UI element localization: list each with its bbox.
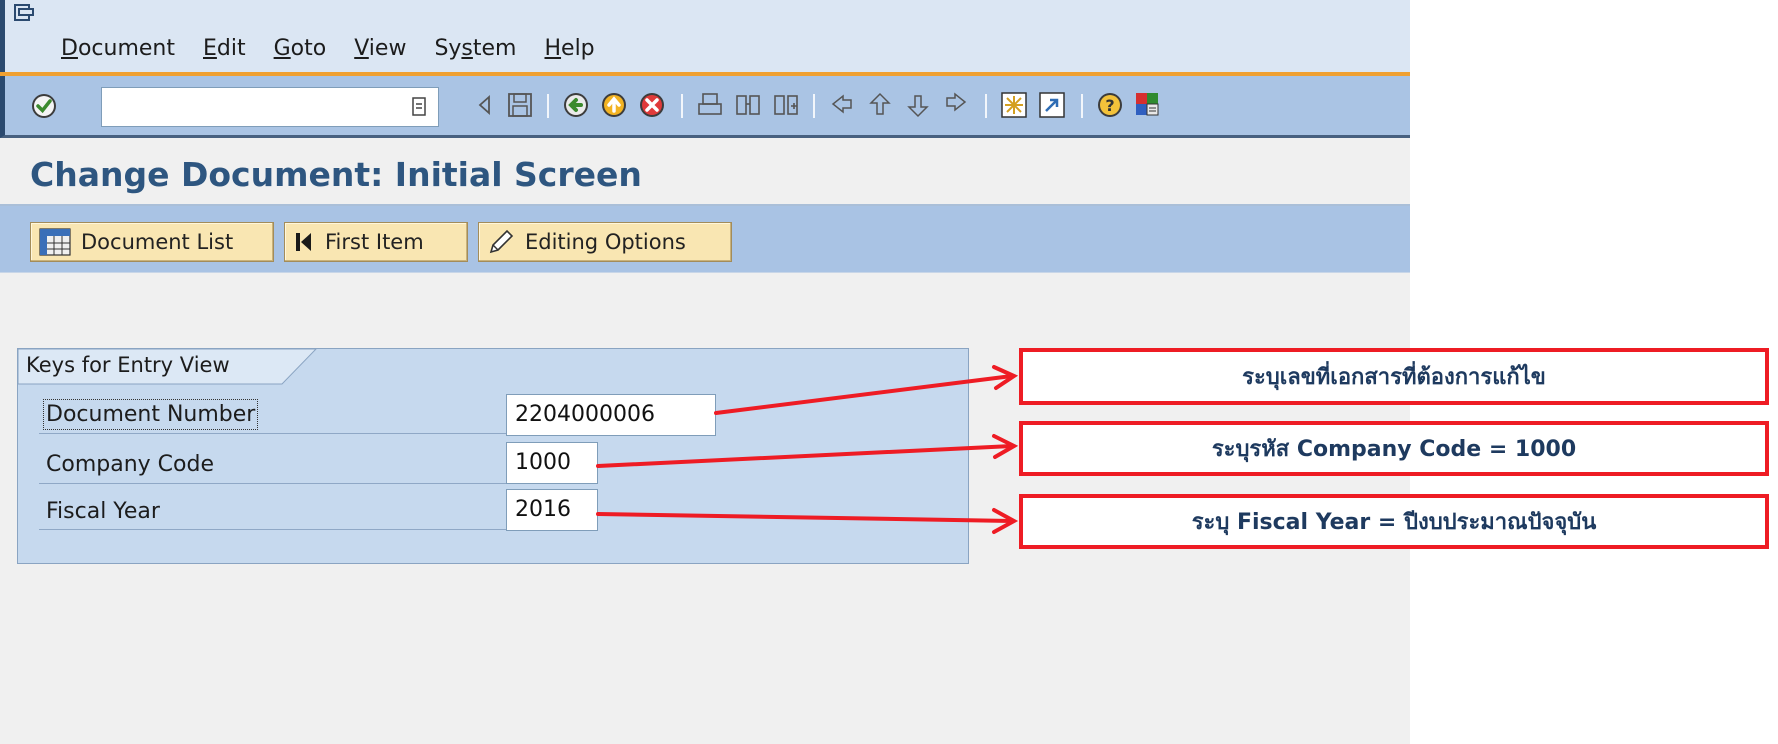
- callout-fiscal-year: ระบุ Fiscal Year = ปีงบประมาณปัจจุบัน: [1019, 494, 1769, 549]
- callout-document-number: ระบุเลขที่เอกสารที่ต้องการแก้ไข: [1019, 348, 1769, 405]
- callout-company-code: ระบุรหัส Company Code = 1000: [1019, 421, 1769, 476]
